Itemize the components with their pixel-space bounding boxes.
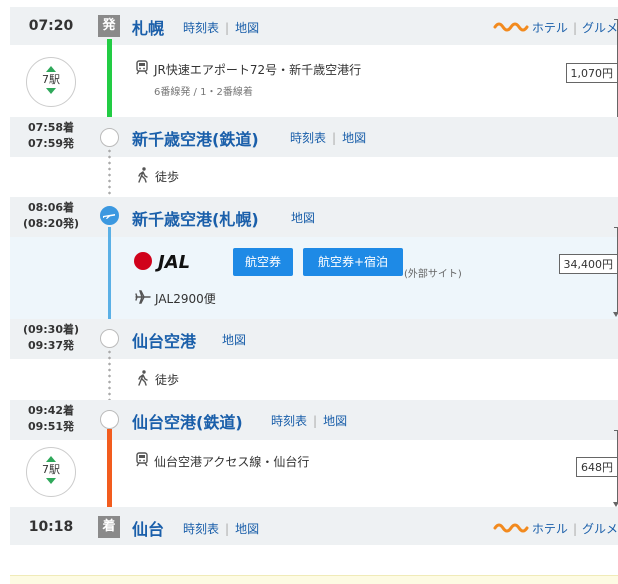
jal-crane-icon (134, 252, 152, 270)
timetable-link[interactable]: 時刻表 (290, 131, 326, 145)
station-links: 地図 (291, 209, 315, 226)
station-times: 07:58着 07:59発 (10, 120, 92, 152)
destination-station-link[interactable]: 仙台 (132, 516, 164, 540)
origin-time: 07:20 (28, 18, 74, 34)
airport-node (100, 206, 119, 225)
destination-map-link[interactable]: 地図 (235, 522, 259, 536)
expand-down-icon (46, 478, 56, 484)
platform-info: 6番線発 / 1・2番線着 (154, 87, 253, 98)
map-link[interactable]: 地図 (323, 414, 347, 428)
destination-timetable-link[interactable]: 時刻表 (183, 522, 219, 536)
origin-hotel-link[interactable]: ホテル (532, 21, 568, 35)
walk-icon (138, 167, 148, 183)
flight-line-segment (108, 227, 111, 329)
expand-up-icon (46, 456, 56, 462)
fare-bracket-lower (614, 272, 618, 313)
station-link[interactable]: 新千歳空港(札幌) (132, 206, 259, 230)
station-times: (09:30着) 09:37発 (10, 322, 92, 354)
timetable-link[interactable]: 時刻表 (271, 414, 307, 428)
station-link[interactable]: 仙台空港(鉄道) (132, 409, 243, 433)
notice-bar (10, 575, 618, 584)
departure-badge: 発 (98, 15, 120, 37)
map-link[interactable]: 地図 (342, 131, 366, 145)
expand-down-icon (46, 88, 56, 94)
station-times: 09:42着 09:51発 (10, 403, 92, 435)
train-name: 仙台空港アクセス線・仙台行 (154, 455, 310, 469)
station-links: 地図 (222, 331, 246, 348)
arrival-time: 08:06着 (27, 201, 74, 214)
station-links: 時刻表 | 地図 (271, 414, 348, 428)
stops-count-toggle[interactable]: 7駅 (26, 447, 76, 497)
station-node (100, 128, 119, 147)
plane-icon (103, 214, 115, 219)
stops-count: 7駅 (42, 463, 60, 476)
station-link[interactable]: 新千歳空港(鉄道) (132, 126, 259, 150)
departure-time: (08:20発) (22, 217, 80, 230)
station-times: 08:06着 (08:20発) (10, 200, 92, 232)
route-detail: 07:20 発 札幌 時刻表 | 地図 ホテル | グルメ 7駅 JR快速エアポート72… (10, 7, 618, 547)
destination-time: 10:18 (28, 519, 74, 535)
fare-bracket-lower (614, 475, 618, 503)
fare-amount: 648円 (576, 457, 618, 477)
arrival-time: (09:30着) (22, 323, 80, 336)
airline-name: JAL (158, 252, 191, 273)
stops-count: 7駅 (42, 73, 60, 86)
arrival-time: 09:42着 (27, 404, 74, 417)
walk-label: 徒歩 (155, 373, 180, 387)
airline-logo: JAL (134, 252, 190, 273)
train-name: JR快速エアポート72号・新千歳空港行 (154, 63, 362, 77)
ticket-hotel-button[interactable]: 航空券+宿泊 (303, 248, 403, 276)
origin-map-link[interactable]: 地図 (235, 21, 259, 35)
destination-links: 時刻表 | 地図 (183, 522, 260, 536)
stops-count-toggle[interactable]: 7駅 (26, 57, 76, 107)
walk-icon (138, 370, 148, 386)
fare-bracket-lower (614, 83, 618, 119)
arrival-time: 07:58着 (27, 121, 74, 134)
station-links: 時刻表 | 地図 (290, 131, 367, 145)
station-link[interactable]: 仙台空港 (132, 328, 196, 352)
origin-station-link[interactable]: 札幌 (132, 15, 164, 39)
travel-logo-icon (493, 22, 529, 32)
origin-links: 時刻表 | 地図 (183, 21, 260, 35)
external-site-note: (外部サイト) (404, 269, 462, 280)
fare-arrow-icon (613, 312, 618, 317)
walk-label: 徒歩 (155, 170, 180, 184)
station-node (100, 329, 119, 348)
destination-hotel-link[interactable]: ホテル (532, 522, 568, 536)
flight-number: JAL2900便 (155, 292, 216, 306)
expand-up-icon (46, 66, 56, 72)
station-node (100, 410, 119, 429)
arrival-badge: 着 (98, 516, 120, 538)
destination-gourmet-link[interactable]: グルメ (582, 522, 618, 536)
origin-gourmet-link[interactable]: グルメ (582, 21, 618, 35)
plane-outline-icon (135, 290, 151, 304)
map-link[interactable]: 地図 (291, 211, 315, 225)
train-icon (136, 452, 148, 467)
map-link[interactable]: 地図 (222, 333, 246, 347)
travel-logo-icon (493, 523, 529, 533)
departure-time: 09:37発 (27, 339, 74, 352)
departure-time: 07:59発 (27, 137, 74, 150)
fare-amount: 1,070円 (565, 63, 618, 83)
train-icon (136, 60, 148, 75)
origin-timetable-link[interactable]: 時刻表 (183, 21, 219, 35)
origin-extra-links: ホテル | グルメ (493, 19, 618, 36)
fare-amount: 34,400円 (558, 254, 618, 274)
destination-extra-links: ホテル | グルメ (493, 520, 618, 537)
departure-time: 09:51発 (27, 420, 74, 433)
ticket-button[interactable]: 航空券 (233, 248, 293, 276)
